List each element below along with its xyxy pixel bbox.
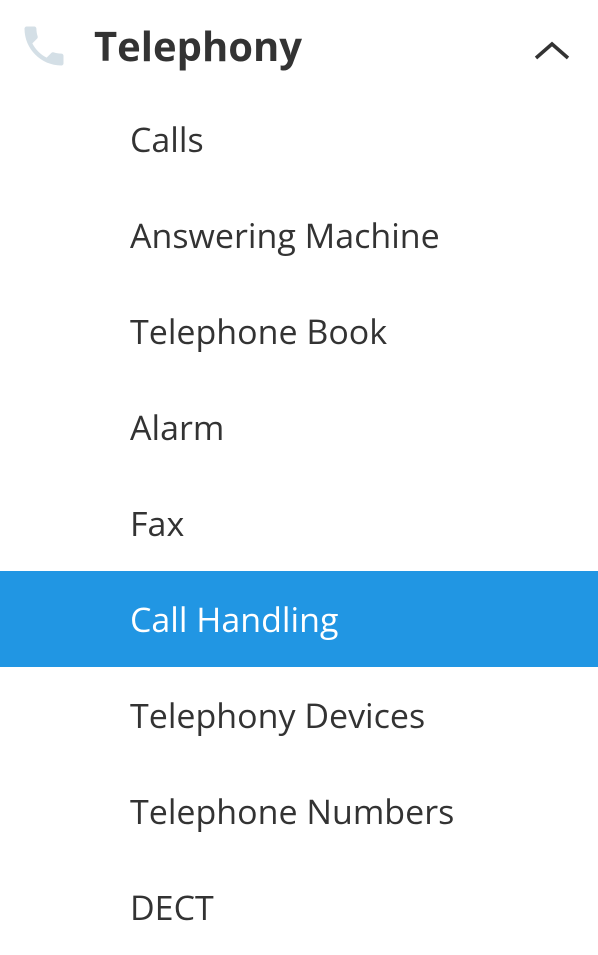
menu-item-telephone-numbers[interactable]: Telephone Numbers [0, 763, 598, 859]
menu-item-dect[interactable]: DECT [0, 859, 598, 955]
menu-item-fax[interactable]: Fax [0, 475, 598, 571]
menu-item-calls[interactable]: Calls [0, 91, 598, 187]
menu-header[interactable]: Telephony [0, 0, 598, 91]
menu-item-call-handling[interactable]: Call Handling [0, 571, 598, 667]
menu-item-answering-machine[interactable]: Answering Machine [0, 187, 598, 283]
phone-icon [18, 20, 70, 72]
menu-title: Telephony [94, 18, 578, 73]
menu-item-telephony-devices[interactable]: Telephony Devices [0, 667, 598, 763]
menu-items-list: Calls Answering Machine Telephone Book A… [0, 91, 598, 955]
telephony-menu: Telephony Calls Answering Machine Teleph… [0, 0, 598, 955]
menu-item-alarm[interactable]: Alarm [0, 379, 598, 475]
chevron-up-icon[interactable] [532, 40, 572, 62]
menu-item-telephone-book[interactable]: Telephone Book [0, 283, 598, 379]
